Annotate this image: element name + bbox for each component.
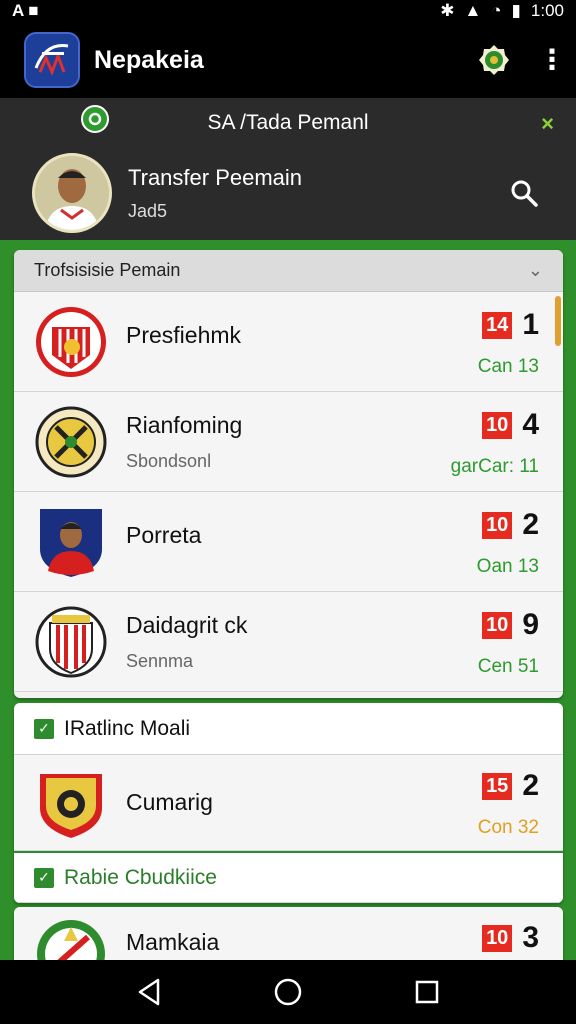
recent-apps-icon[interactable] [407, 972, 447, 1012]
section-label: Trofsisisie Pemain [34, 260, 181, 280]
back-icon[interactable] [129, 972, 169, 1012]
rating-card: ✓ IRatlinc Moali Cumarig 15 2 Con 32 ✓ R… [14, 703, 563, 903]
list-item[interactable]: Rianfoming Sbondsonl 10 4 garCar: 11 [14, 392, 563, 492]
chevron-down-icon[interactable]: ⌄ [528, 260, 543, 281]
score-badge: 10 [482, 924, 513, 952]
list-item[interactable]: Mamkaia 10 3 [14, 907, 563, 967]
player-stat: Cen 51 [477, 656, 539, 677]
score-badge: 15 [482, 772, 513, 800]
score-value: 2 [522, 769, 539, 802]
player-stat: garCar: 11 [450, 456, 539, 477]
club-crest-icon [40, 773, 102, 838]
list-item[interactable]: Cumarig 15 2 Con 32 [14, 755, 563, 851]
profile-row: Transfer Peemain Jad5 [0, 148, 576, 238]
score-badge: 10 [482, 611, 513, 639]
app-bar: Nepakeia ⋮ [0, 22, 576, 98]
checkbox-label: Rabie Cbudkiice [64, 865, 217, 889]
player-stat: Can 13 [477, 356, 539, 377]
wifi-icon: ◔ [491, 1, 502, 20]
close-icon[interactable]: × [541, 111, 554, 137]
player-name: Mamkaia [126, 929, 220, 955]
system-nav-bar [0, 960, 576, 1024]
verified-badge-icon [80, 104, 110, 139]
avatar[interactable] [32, 153, 112, 233]
bluetooth-icon: ✱ [440, 1, 455, 20]
checkbox-label: IRatlinc Moali [64, 716, 191, 740]
checkbox-row[interactable]: ✓ IRatlinc Moali [14, 703, 563, 755]
player-stat: Con 32 [477, 817, 539, 838]
score-value: 3 [522, 921, 539, 954]
player-stat: Oan 13 [476, 556, 539, 577]
score-value: 2 [522, 508, 539, 541]
scrollbar-thumb[interactable] [555, 296, 561, 346]
home-icon[interactable] [268, 972, 308, 1012]
search-icon[interactable] [504, 173, 544, 213]
player-photo-icon [40, 508, 102, 577]
battery-icon: ▮ [511, 1, 521, 20]
checkbox-checked-icon[interactable]: ✓ [34, 718, 54, 739]
partial-card: Mamkaia 10 3 [14, 907, 563, 967]
trophy-badge-icon[interactable] [476, 42, 512, 78]
clock-time: 1:00 [530, 1, 564, 20]
status-bar: A ■ ✱ ▲ ◔ ▮ 1:00 [0, 0, 576, 22]
score-value: 9 [522, 608, 539, 641]
score-badge: 10 [482, 511, 513, 539]
list-item[interactable]: Daidagrit ck Sennma 10 9 Cen 51 [14, 592, 563, 692]
app-logo [24, 32, 80, 88]
app-title: Nepakeia [94, 45, 204, 74]
score-value: 1 [522, 308, 539, 341]
score-badge: 14 [482, 311, 513, 339]
list-item[interactable]: Presfiehmk 14 1 Can 13 [14, 292, 563, 392]
checkbox-row[interactable]: ✓ Rabie Cbudkiice [14, 851, 563, 903]
section-title: SA /Tada Pemanl [207, 111, 369, 134]
app-logo-icon [34, 43, 69, 77]
notification-icon-2: ■ [28, 1, 39, 20]
profile-subtitle: Jad5 [128, 200, 168, 221]
club-crest-icon [36, 306, 106, 377]
club-crest-icon [35, 406, 107, 477]
section-header[interactable]: Trofsisisie Pemain ⌄ [14, 250, 563, 292]
more-options-icon[interactable]: ⋮ [538, 46, 566, 74]
club-crest-icon [35, 606, 107, 677]
checkbox-checked-icon[interactable]: ✓ [34, 867, 54, 888]
list-item[interactable]: Porreta 10 2 Oan 13 [14, 492, 563, 592]
signal-icon: ▲ [464, 1, 482, 20]
score-value: 4 [522, 408, 539, 441]
score-badge: 10 [482, 411, 513, 439]
notification-icon: A [12, 1, 25, 20]
profile-name: Transfer Peemain [128, 164, 303, 190]
transfer-list-card: Trofsisisie Pemain ⌄ Presfiehmk 14 1 Can… [14, 250, 563, 698]
